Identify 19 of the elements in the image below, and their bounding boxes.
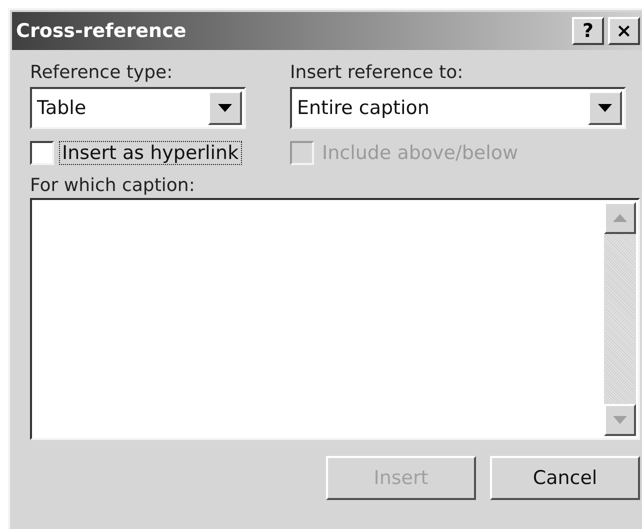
- window-title: Cross-reference: [16, 20, 186, 42]
- checkbox-label: Include above/below: [321, 142, 520, 164]
- help-button[interactable]: ?: [572, 17, 604, 45]
- dropdown-arrow-icon: [598, 104, 612, 112]
- dialog-button[interactable]: Cancel: [490, 456, 640, 500]
- close-button[interactable]: ×: [608, 17, 640, 45]
- arrow-up-icon: [613, 214, 627, 222]
- reference-type-dropdown[interactable]: Table: [30, 87, 246, 129]
- arrow-down-icon: [613, 416, 627, 424]
- checkbox-label: Insert as hyperlink: [60, 142, 241, 164]
- scroll-up-button[interactable]: [604, 202, 636, 234]
- scrollbar[interactable]: [604, 202, 636, 436]
- insert-reference-dropdown[interactable]: Entire caption: [290, 87, 626, 129]
- checkbox[interactable]: [30, 141, 54, 165]
- scroll-down-button[interactable]: [604, 404, 636, 436]
- field-label: Reference type:: [30, 62, 174, 83]
- field-label: Insert reference to:: [290, 62, 464, 83]
- field-label: For which caption:: [30, 175, 196, 196]
- dropdown-arrow-icon: [218, 104, 232, 112]
